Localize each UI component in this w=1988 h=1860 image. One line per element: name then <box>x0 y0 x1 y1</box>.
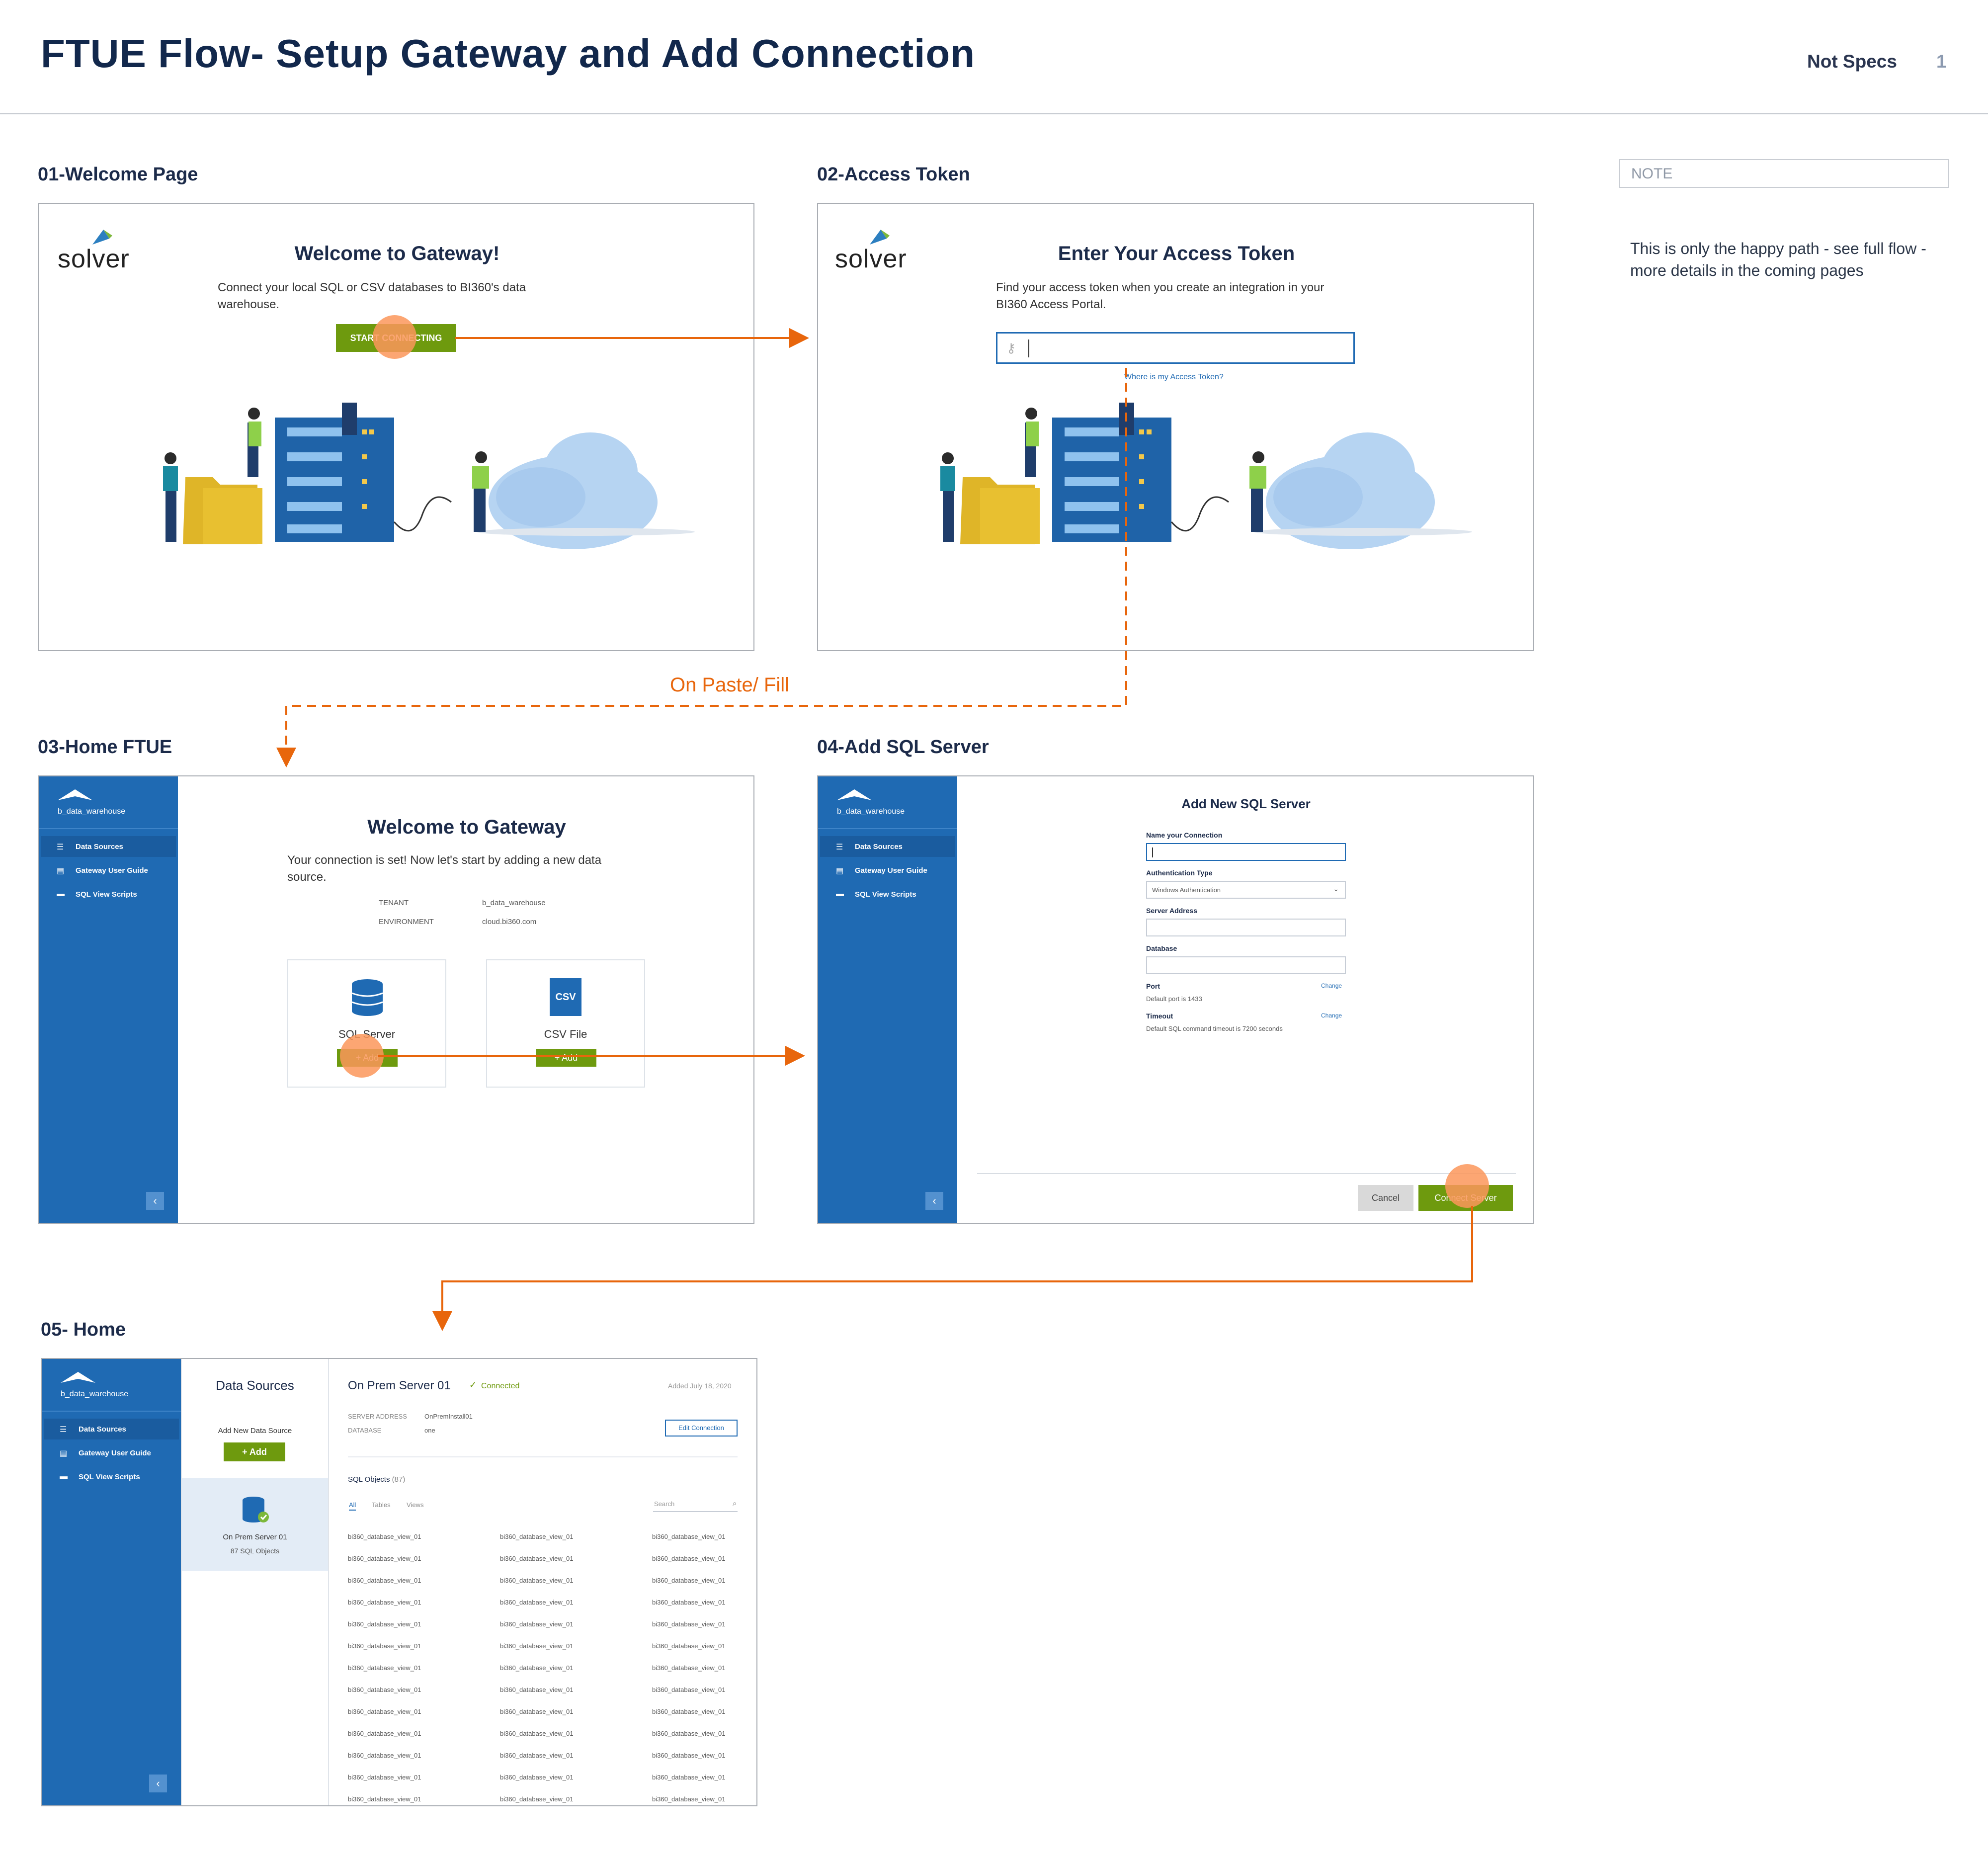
flow-arrows <box>276 328 1473 1331</box>
on-paste-label: On Paste/ Fill <box>670 674 790 696</box>
